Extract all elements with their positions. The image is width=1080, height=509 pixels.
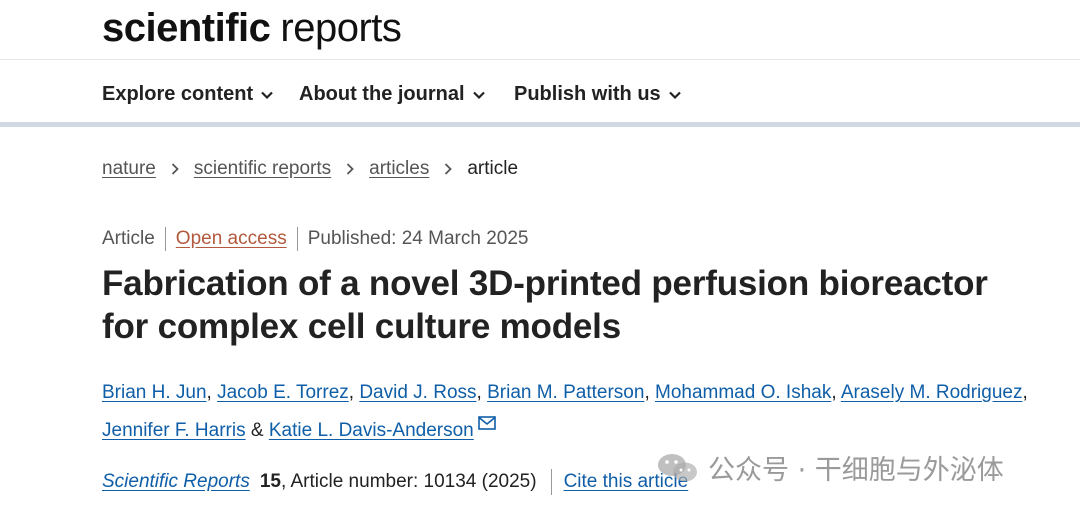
author-comma: , xyxy=(206,382,212,403)
chevron-right-icon xyxy=(171,163,179,175)
open-access-link[interactable]: Open access xyxy=(176,228,287,250)
author-ampersand: & xyxy=(250,420,264,441)
chevron-down-icon xyxy=(261,91,273,99)
meta-divider xyxy=(164,227,166,251)
author-link-corresponding[interactable]: Katie L. Davis-Anderson xyxy=(269,420,474,441)
nav-publish-with-us[interactable]: Publish with us xyxy=(514,83,683,106)
breadcrumb-current: article xyxy=(467,158,519,179)
author-link[interactable]: Brian M. Patterson xyxy=(487,382,644,403)
article-meta: Article Open access Published: 24 March … xyxy=(102,227,528,251)
breadcrumb-articles[interactable]: articles xyxy=(369,158,429,180)
author-comma: , xyxy=(644,382,650,403)
chevron-down-icon xyxy=(668,91,681,99)
author-link[interactable]: Jennifer F. Harris xyxy=(102,420,246,441)
chevron-down-icon xyxy=(472,91,485,99)
logo-bold-text: scientific xyxy=(102,6,271,50)
chevron-right-icon xyxy=(347,163,354,175)
journal-name-link[interactable]: Scientific Reports xyxy=(102,471,250,493)
citation-line: Scientific Reports 15 , Article number: … xyxy=(102,469,688,495)
wechat-icon xyxy=(658,453,697,481)
author-comma: , xyxy=(476,382,482,403)
logo-light-text: reports xyxy=(280,6,402,50)
nav-publish-with-us-label: Publish with us xyxy=(514,83,661,105)
author-comma: , xyxy=(831,382,837,403)
nav-explore-content-label: Explore content xyxy=(102,83,254,105)
main-nav: Explore content About the journal Publis… xyxy=(0,61,1080,127)
nav-about-journal[interactable]: About the journal xyxy=(299,83,487,106)
journal-logo[interactable]: scientific reports xyxy=(102,4,402,52)
article-type: Article xyxy=(102,228,155,249)
author-link[interactable]: David J. Ross xyxy=(359,382,476,403)
author-comma: , xyxy=(348,382,355,403)
watermark-text: 公众号 · 干细胞与外泌体 xyxy=(708,455,1004,486)
breadcrumb-scientific-reports[interactable]: scientific reports xyxy=(194,158,331,180)
mail-icon[interactable] xyxy=(477,416,496,430)
citation-divider xyxy=(550,469,552,495)
breadcrumb: nature scientific reports articles artic… xyxy=(102,158,518,180)
meta-divider xyxy=(296,227,298,251)
chevron-right-icon xyxy=(445,163,453,175)
watermark: 公众号 · 干细胞与外泌体 xyxy=(656,448,1004,487)
article-number: , Article number: 10134 (2025) xyxy=(280,471,537,492)
breadcrumb-nature[interactable]: nature xyxy=(102,158,156,180)
published-date: Published: 24 March 2025 xyxy=(307,228,529,249)
author-comma: , xyxy=(1022,382,1028,403)
author-link[interactable]: Jacob E. Torrez xyxy=(217,382,349,403)
logo-bar: scientific reports xyxy=(0,0,1080,60)
journal-volume: 15 xyxy=(259,471,281,492)
author-link[interactable]: Mohammad O. Ishak xyxy=(655,382,831,403)
nav-about-journal-label: About the journal xyxy=(299,83,465,105)
author-link[interactable]: Brian H. Jun xyxy=(102,382,207,403)
author-list: Brian H. Jun, Jacob E. Torrez, David J. … xyxy=(102,374,1042,450)
article-title: Fabrication of a novel 3D-printed perfus… xyxy=(102,264,988,346)
nav-explore-content[interactable]: Explore content xyxy=(102,83,275,106)
author-link[interactable]: Arasely M. Rodriguez xyxy=(841,382,1023,403)
